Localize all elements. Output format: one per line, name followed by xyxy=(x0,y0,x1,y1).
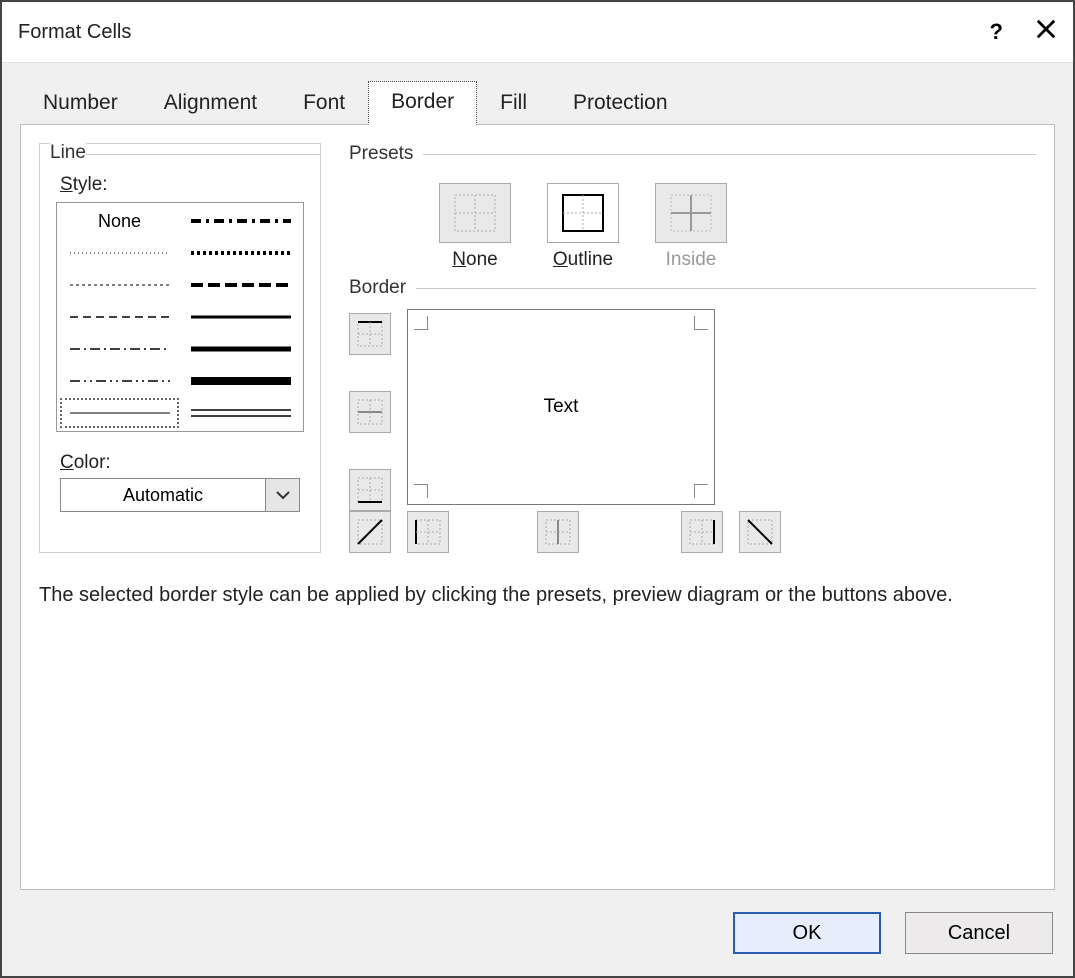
preset-inside-label: Inside xyxy=(666,249,717,271)
border-top-button[interactable] xyxy=(349,313,391,355)
border-area: Text xyxy=(349,309,1036,511)
tab-fill[interactable]: Fill xyxy=(477,82,550,125)
preset-outline: Outline xyxy=(547,183,619,271)
border-header: Border xyxy=(349,277,1036,299)
hint-text: The selected border style can be applied… xyxy=(39,581,1036,609)
color-dropdown-button[interactable] xyxy=(266,478,300,512)
cancel-button[interactable]: Cancel xyxy=(905,912,1053,954)
line-group: Line Style: None xyxy=(39,143,321,553)
right-column: Presets None xyxy=(349,143,1036,553)
preset-inside: Inside xyxy=(655,183,727,271)
border-right-button[interactable] xyxy=(681,511,723,553)
style-dash-dot[interactable] xyxy=(60,334,179,364)
border-bottom-button[interactable] xyxy=(349,469,391,511)
style-extra-thick[interactable] xyxy=(181,366,300,396)
format-cells-dialog: Format Cells ? Number Alignment Font Bor… xyxy=(0,0,1075,978)
border-diagonal-up-button[interactable] xyxy=(349,511,391,553)
tab-font[interactable]: Font xyxy=(280,82,368,125)
close-button[interactable] xyxy=(1035,18,1057,46)
preset-none-button[interactable] xyxy=(439,183,511,243)
corner-icon xyxy=(414,316,428,330)
preset-outline-button[interactable] xyxy=(547,183,619,243)
border-left-button[interactable] xyxy=(407,511,449,553)
preview-text: Text xyxy=(544,396,579,418)
border-tab-panel: Line Style: None xyxy=(20,124,1055,890)
corner-icon xyxy=(414,484,428,498)
style-label: Style: xyxy=(60,174,310,196)
corner-icon xyxy=(694,484,708,498)
tab-protection[interactable]: Protection xyxy=(550,82,691,125)
border-group-label: Border xyxy=(349,277,406,299)
preview-column: Text xyxy=(407,309,715,511)
border-preview[interactable]: Text xyxy=(407,309,715,505)
line-group-label: Line xyxy=(50,142,86,164)
help-button[interactable]: ? xyxy=(990,19,1003,45)
style-dash-dot-heavy[interactable] xyxy=(181,206,300,236)
ok-button[interactable]: OK xyxy=(733,912,881,954)
style-medium[interactable] xyxy=(181,302,300,332)
tab-border[interactable]: Border xyxy=(368,81,477,125)
border-diagonal-down-button[interactable] xyxy=(739,511,781,553)
titlebar-controls: ? xyxy=(990,18,1057,46)
corner-icon xyxy=(694,316,708,330)
color-select[interactable]: Automatic xyxy=(60,478,266,512)
preset-none-label: None xyxy=(452,249,497,271)
style-dotted[interactable] xyxy=(60,270,179,300)
dialog-footer: OK Cancel xyxy=(2,896,1073,976)
presets-header: Presets xyxy=(349,143,1036,165)
tab-number[interactable]: Number xyxy=(20,82,141,125)
style-none[interactable]: None xyxy=(60,206,179,236)
style-thick[interactable] xyxy=(181,334,300,364)
border-horizontal-middle-button[interactable] xyxy=(349,391,391,433)
preset-none: None xyxy=(439,183,511,271)
tab-alignment[interactable]: Alignment xyxy=(141,82,280,125)
border-side-buttons xyxy=(349,313,391,511)
color-value: Automatic xyxy=(123,485,203,506)
presets-group-label: Presets xyxy=(349,143,413,165)
tab-strip: Number Alignment Font Border Fill Protec… xyxy=(2,63,1073,125)
style-dotted-fine[interactable] xyxy=(60,238,179,268)
client-area: Number Alignment Font Border Fill Protec… xyxy=(2,62,1073,976)
dialog-title: Format Cells xyxy=(18,21,131,44)
titlebar: Format Cells ? xyxy=(2,2,1073,62)
border-vertical-middle-button[interactable] xyxy=(537,511,579,553)
border-bottom-buttons xyxy=(349,511,1036,553)
color-label: Color: xyxy=(60,452,310,474)
style-dashed[interactable] xyxy=(60,302,179,332)
presets-row: None Outline xyxy=(439,183,1036,271)
preset-inside-button[interactable] xyxy=(655,183,727,243)
style-thin[interactable] xyxy=(60,398,179,428)
preset-outline-label: Outline xyxy=(553,249,613,271)
style-dash-dot-dot[interactable] xyxy=(60,366,179,396)
style-long-dash-heavy[interactable] xyxy=(181,270,300,300)
line-style-list[interactable]: None xyxy=(56,202,304,432)
style-double[interactable] xyxy=(181,398,300,428)
style-dash-heavy[interactable] xyxy=(181,238,300,268)
